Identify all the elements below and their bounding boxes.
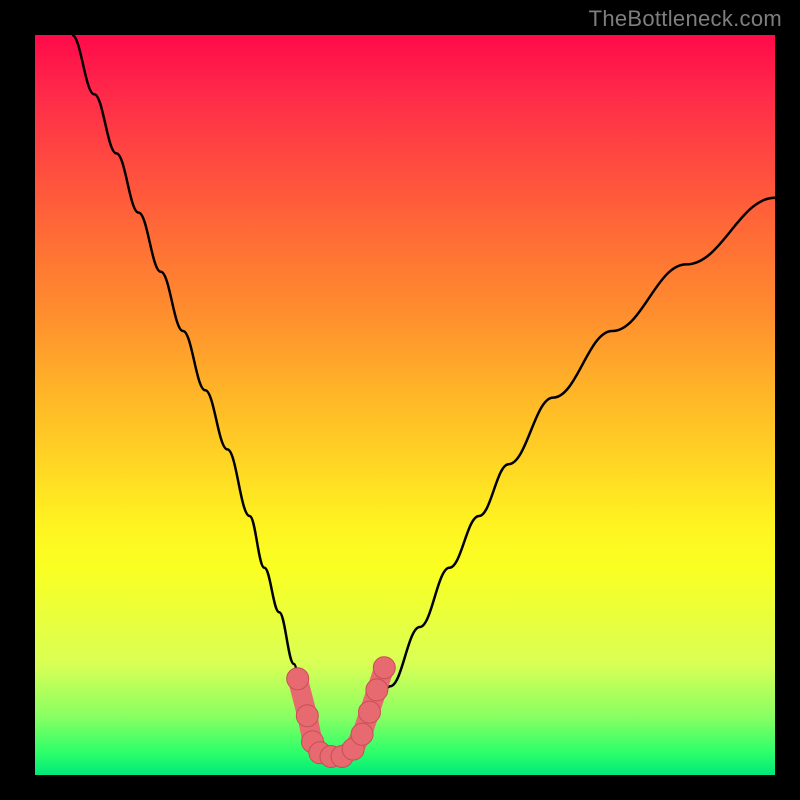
attribution-label: TheBottleneck.com [589,6,782,32]
marker-dot [296,705,318,727]
marker-dot [373,657,395,679]
marker-dot [366,679,388,701]
marker-dot [358,701,380,723]
marker-dot [287,668,309,690]
chart-frame: TheBottleneck.com [0,0,800,800]
bottleneck-curve [72,35,775,760]
plot-area [35,35,775,775]
marker-dot [351,723,373,745]
chart-svg [35,35,775,775]
